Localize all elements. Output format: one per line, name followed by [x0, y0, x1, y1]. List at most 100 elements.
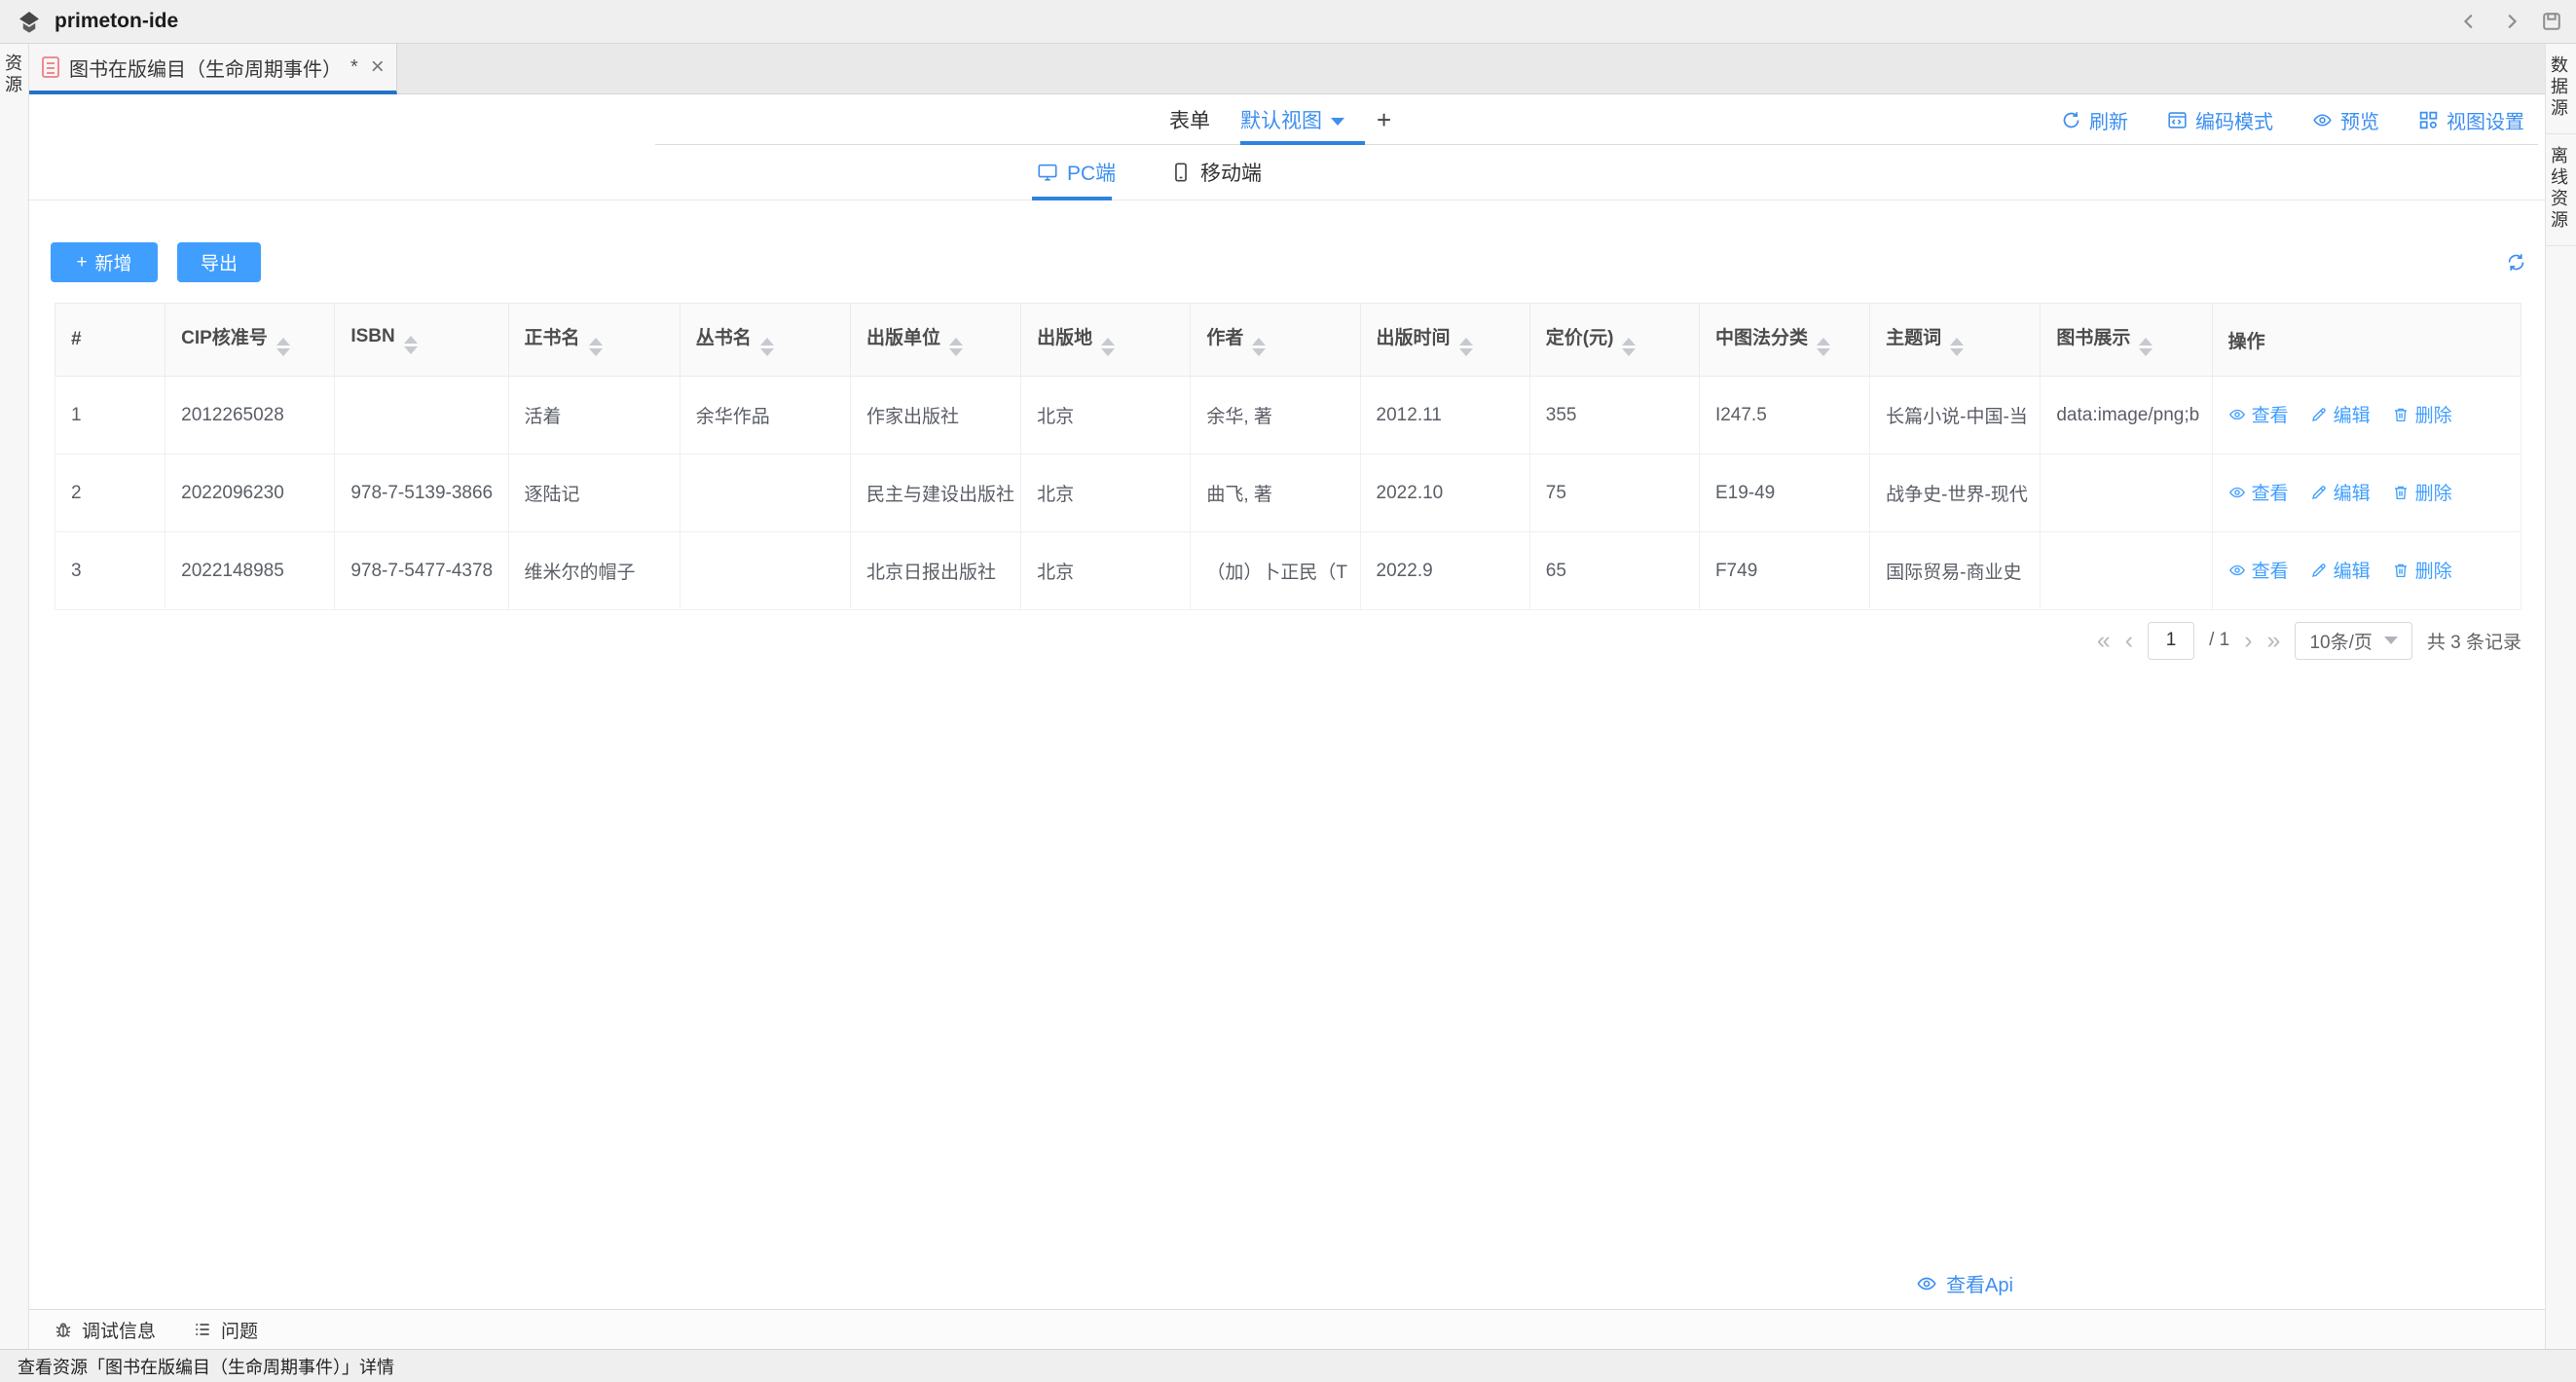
table-cell [335, 377, 508, 455]
column-header[interactable]: 主题词 [1870, 304, 2041, 377]
preview-label: 预览 [2340, 106, 2379, 134]
sort-caret-icon[interactable] [1950, 338, 1964, 356]
page-input[interactable] [2148, 622, 2194, 660]
column-label: 图书展示 [2056, 328, 2130, 348]
delete-link[interactable]: 删除 [2392, 401, 2452, 427]
nav-back-icon[interactable] [2459, 11, 2481, 32]
sort-caret-icon[interactable] [1622, 338, 1636, 356]
table-header-row: # CIP核准号 ISBN 正书名 丛书名出版单位出版地作者出版时间定价(元) 中图法分类… [55, 304, 2521, 377]
status-bar: 查看资源「图书在版编目（生命周期事件）」详情 [0, 1349, 2576, 1382]
table-cell: 978-7-5477-4378 [335, 532, 508, 610]
column-header[interactable]: ISBN [335, 304, 508, 377]
form-document-icon [41, 55, 60, 79]
preview-button[interactable]: 预览 [2312, 106, 2379, 134]
close-icon[interactable]: × [371, 55, 385, 79]
column-header[interactable]: 中图法分类 [1699, 304, 1869, 377]
monitor-icon [1037, 162, 1058, 183]
table-cell: 65 [1529, 532, 1699, 610]
eye-icon [1916, 1273, 1937, 1294]
column-label: CIP核准号 [181, 328, 268, 348]
problems-button[interactable]: 问题 [193, 1317, 258, 1343]
column-header[interactable]: 出版单位 [850, 304, 1020, 377]
tab-default-view[interactable]: 默认视图 [1240, 94, 1344, 145]
sort-caret-icon[interactable] [949, 338, 963, 356]
delete-link[interactable]: 删除 [2392, 557, 2452, 583]
table-cell: 活着 [508, 377, 680, 455]
tab-pc-label: PC端 [1067, 158, 1116, 187]
table-cell: 2012.11 [1360, 377, 1529, 455]
sidebar-item-datasource[interactable]: 数据源 [2546, 55, 2576, 120]
next-page-icon[interactable]: › [2244, 629, 2252, 653]
total-records-label: 共 3 条记录 [2427, 628, 2521, 654]
last-page-icon[interactable]: » [2267, 629, 2281, 653]
editor-tabstrip: 图书在版编目（生命周期事件） * × [29, 44, 2545, 94]
export-button[interactable]: 导出 [177, 242, 261, 282]
column-header[interactable]: 定价(元) [1529, 304, 1699, 377]
tab-mobile[interactable]: 移动端 [1170, 145, 1262, 200]
column-header[interactable]: 出版时间 [1360, 304, 1529, 377]
column-label: # [71, 329, 82, 349]
sort-caret-icon[interactable] [760, 338, 774, 356]
table-cell [2041, 532, 2212, 610]
edit-link-label: 编辑 [2334, 401, 2371, 427]
column-header: # [55, 304, 166, 377]
tab-mobile-label: 移动端 [1200, 158, 1262, 187]
editor-tab-book-cip[interactable]: 图书在版编目（生命周期事件） * × [29, 44, 397, 94]
first-page-icon[interactable]: « [2097, 629, 2111, 653]
sort-caret-icon[interactable] [1101, 338, 1115, 356]
sort-caret-icon[interactable] [589, 338, 603, 356]
page-size-select[interactable]: 10条/页 [2295, 622, 2411, 660]
sidebar-item-offline-resources[interactable]: 离线资源 [2546, 146, 2576, 232]
column-header[interactable]: 作者 [1191, 304, 1360, 377]
add-view-tab-button[interactable]: + [1377, 94, 1391, 145]
table-body: 12012265028活着余华作品作家出版社北京余华, 著2012.11355I… [55, 377, 2521, 610]
page-size-value: 10条/页 [2309, 628, 2372, 654]
add-button[interactable]: + 新增 [51, 242, 158, 282]
table-cell [680, 532, 850, 610]
view-link[interactable]: 查看 [2228, 557, 2289, 583]
sort-caret-icon[interactable] [404, 336, 418, 354]
view-link[interactable]: 查看 [2228, 479, 2289, 505]
column-header[interactable]: CIP核准号 [166, 304, 335, 377]
sort-caret-icon[interactable] [2139, 338, 2153, 356]
refresh-button[interactable]: 刷新 [2061, 106, 2128, 134]
chevron-down-icon[interactable] [1331, 118, 1344, 126]
column-header[interactable]: 丛书名 [680, 304, 850, 377]
tab-form[interactable]: 表单 [1169, 94, 1210, 145]
prev-page-icon[interactable]: ‹ [2125, 629, 2133, 653]
nav-forward-icon[interactable] [2500, 11, 2521, 32]
sort-caret-icon[interactable] [1252, 338, 1266, 356]
view-settings-icon [2418, 110, 2439, 130]
list-icon [193, 1320, 212, 1339]
code-mode-button[interactable]: 编码模式 [2167, 106, 2273, 134]
sort-caret-icon[interactable] [276, 338, 290, 356]
trash-icon [2392, 406, 2410, 423]
table-row: 22022096230978-7-5139-3866逐陆记民主与建设出版社北京曲… [55, 455, 2521, 532]
sidebar-item-resources[interactable]: 资源 [0, 54, 28, 96]
tab-pc[interactable]: PC端 [1037, 145, 1116, 200]
app-window: primeton-ide 资源 数据源 离线资源 图书在版编目（生命周期事件） [0, 0, 2576, 1382]
column-header[interactable]: 图书展示 [2041, 304, 2212, 377]
sort-caret-icon[interactable] [1459, 338, 1473, 356]
sort-caret-icon[interactable] [1817, 338, 1830, 356]
column-label: 中图法分类 [1715, 328, 1808, 348]
view-settings-button[interactable]: 视图设置 [2418, 106, 2524, 134]
table-cell: F749 [1699, 532, 1869, 610]
device-tabs-bar: PC端 移动端 [29, 145, 2545, 200]
column-header[interactable]: 出版地 [1021, 304, 1191, 377]
column-label: 正书名 [525, 328, 580, 348]
delete-link[interactable]: 删除 [2392, 479, 2452, 505]
edit-link[interactable]: 编辑 [2310, 479, 2371, 505]
edit-link[interactable]: 编辑 [2310, 557, 2371, 583]
table-refresh-icon[interactable] [2506, 252, 2526, 273]
view-api-link[interactable]: 查看Api [1916, 1269, 2013, 1297]
save-icon[interactable] [2541, 11, 2562, 32]
debug-info-button[interactable]: 调试信息 [54, 1317, 156, 1343]
column-label: ISBN [350, 326, 394, 346]
column-header[interactable]: 正书名 [508, 304, 680, 377]
view-link[interactable]: 查看 [2228, 401, 2289, 427]
eye-icon [2228, 484, 2246, 501]
edit-link[interactable]: 编辑 [2310, 401, 2371, 427]
table-cell: 北京 [1021, 377, 1191, 455]
refresh-icon [2061, 110, 2081, 130]
